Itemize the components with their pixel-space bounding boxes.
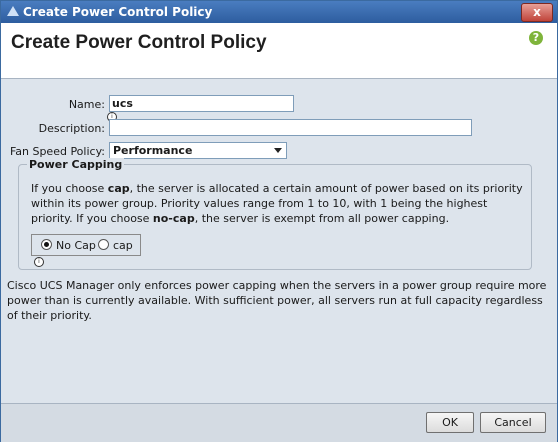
dialog-header: Create Power Control Policy ? <box>1 23 557 79</box>
fan-speed-select[interactable]: Performance <box>109 142 287 159</box>
ok-button[interactable]: OK <box>426 412 474 433</box>
name-label: Name: <box>68 98 105 111</box>
page-title: Create Power Control Policy <box>11 32 267 53</box>
help-icon[interactable]: ? <box>529 31 543 45</box>
chevron-down-icon[interactable] <box>274 148 282 153</box>
fan-speed-label: Fan Speed Policy: <box>9 145 105 158</box>
dialog-body: Name: ucs i Description: Fan Speed Polic… <box>1 79 557 403</box>
fan-speed-value: Performance <box>113 144 193 157</box>
no-cap-radio[interactable] <box>41 239 52 250</box>
title-bar[interactable]: Create Power Control Policy x <box>1 1 557 23</box>
info-icon[interactable]: i <box>34 257 44 267</box>
power-capping-group: Power Capping If you choose cap, the ser… <box>18 158 532 270</box>
power-capping-radio-group: No Cap cap <box>31 234 141 256</box>
description-field[interactable] <box>109 119 472 136</box>
close-button[interactable]: x <box>521 3 553 22</box>
cap-label[interactable]: cap <box>113 239 133 252</box>
power-capping-legend: Power Capping <box>27 158 125 171</box>
power-capping-description: If you choose cap, the server is allocat… <box>31 182 523 225</box>
description-label: Description: <box>38 122 105 135</box>
power-capping-note: Cisco UCS Manager only enforces power ca… <box>7 279 547 322</box>
dialog-window: Create Power Control Policy x Create Pow… <box>0 0 558 442</box>
cancel-button[interactable]: Cancel <box>480 412 546 433</box>
cap-radio[interactable] <box>98 239 109 250</box>
dialog-footer: OK Cancel <box>1 403 557 442</box>
window-title: Create Power Control Policy <box>23 5 213 19</box>
name-field[interactable]: ucs <box>109 95 294 112</box>
app-icon <box>7 6 19 16</box>
no-cap-label[interactable]: No Cap <box>56 239 96 252</box>
